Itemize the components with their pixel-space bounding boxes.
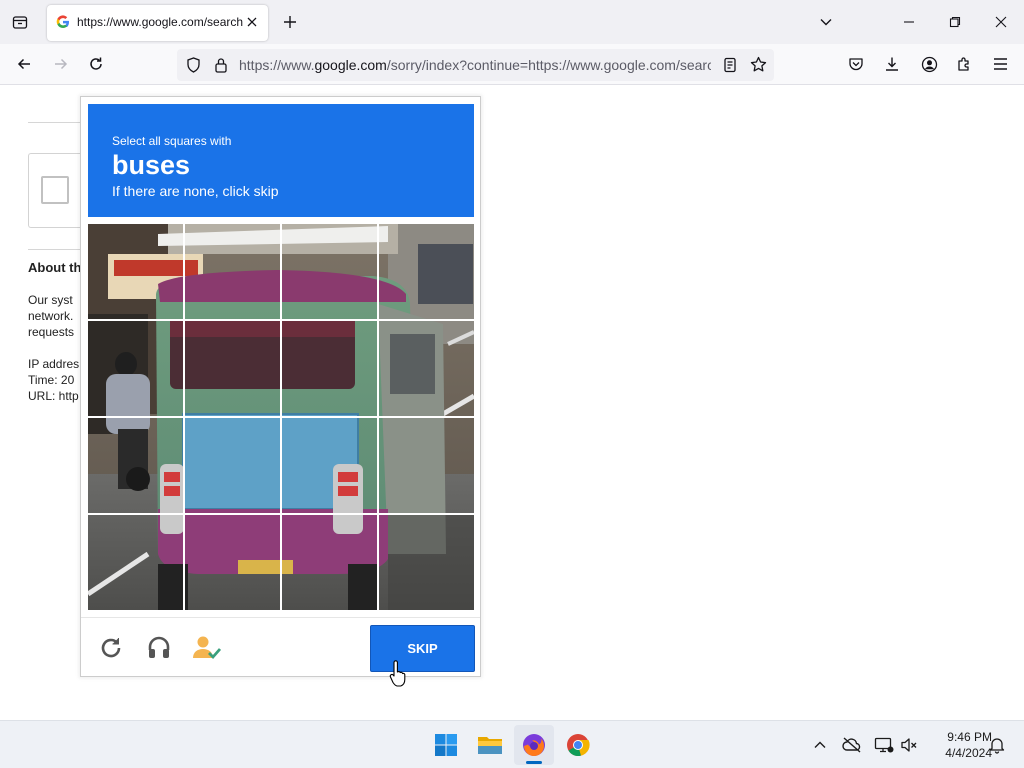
active-app-indicator — [526, 761, 542, 764]
taskbar-clock[interactable]: 9:46 PM 4/4/2024 — [922, 729, 992, 761]
address-bar[interactable]: https://www.google.com/sorry/index?conti… — [177, 49, 774, 81]
new-tab-icon[interactable] — [276, 8, 304, 36]
notifications-bell-icon[interactable] — [983, 731, 1011, 759]
image-tile-16[interactable] — [379, 515, 474, 610]
about-heading: About th — [28, 260, 82, 275]
info-icon[interactable] — [191, 634, 223, 662]
image-tile-3[interactable] — [282, 224, 378, 320]
challenge-footer: SKIP — [81, 617, 480, 677]
reader-view-icon[interactable] — [723, 57, 737, 73]
extensions-icon[interactable] — [950, 50, 978, 78]
downloads-icon[interactable] — [878, 50, 906, 78]
clock-time: 9:46 PM — [947, 730, 992, 744]
url-text[interactable]: https://www.google.com/sorry/index?conti… — [239, 57, 711, 73]
image-tile-1[interactable] — [88, 224, 184, 320]
close-tab-icon[interactable] — [246, 16, 258, 28]
google-favicon-icon — [56, 15, 70, 29]
account-icon[interactable] — [915, 50, 943, 78]
about-line-3: requests — [28, 325, 75, 339]
minimize-icon[interactable] — [895, 8, 923, 36]
recaptcha-checkbox[interactable] — [41, 176, 69, 204]
restore-icon[interactable] — [941, 8, 969, 36]
challenge-target-word: buses — [112, 150, 191, 180]
tab-title: https://www.google.com/search — [77, 15, 244, 29]
challenge-instruction: Select all squares with — [112, 134, 232, 148]
reload-icon[interactable] — [98, 635, 124, 661]
tab-strip: https://www.google.com/search — [0, 0, 1024, 44]
forward-icon[interactable] — [47, 50, 75, 78]
skip-button[interactable]: SKIP — [370, 625, 475, 672]
show-hidden-icons-chevron-icon[interactable] — [806, 731, 834, 759]
image-tile-5[interactable] — [88, 321, 184, 417]
bookmark-star-icon[interactable] — [750, 56, 767, 73]
volume-muted-icon[interactable] — [895, 731, 923, 759]
close-window-icon[interactable] — [987, 8, 1015, 36]
image-tile-15[interactable] — [282, 515, 378, 610]
windows-taskbar: 9:46 PM 4/4/2024 — [0, 720, 1024, 768]
url-label: URL: http — [28, 389, 79, 403]
clock-date: 4/4/2024 — [945, 746, 992, 760]
image-tile-14[interactable] — [185, 515, 281, 610]
about-line-1: Our syst — [28, 293, 73, 307]
image-tile-10[interactable] — [185, 418, 281, 514]
image-tile-13[interactable] — [88, 515, 184, 610]
lock-icon[interactable] — [214, 57, 228, 73]
image-tile-11[interactable] — [282, 418, 378, 514]
image-tile-2[interactable] — [185, 224, 281, 320]
image-tile-7[interactable] — [282, 321, 378, 417]
list-all-tabs-icon[interactable] — [812, 8, 840, 36]
ip-address-label: IP addres — [28, 357, 80, 371]
browser-tab[interactable]: https://www.google.com/search — [47, 5, 268, 41]
image-tile-9[interactable] — [88, 418, 184, 514]
tab-overview-icon[interactable] — [6, 8, 34, 36]
challenge-image-grid — [88, 224, 474, 610]
image-tile-4[interactable] — [379, 224, 474, 320]
chrome-icon[interactable] — [558, 725, 598, 765]
tracking-protection-shield-icon[interactable] — [186, 57, 201, 73]
challenge-hint: If there are none, click skip — [112, 183, 279, 199]
challenge-header: Select all squares with buses If there a… — [88, 104, 474, 217]
audio-icon[interactable] — [145, 634, 173, 662]
network-icon[interactable] — [870, 731, 898, 759]
menu-icon[interactable] — [986, 50, 1014, 78]
onedrive-offline-icon[interactable] — [838, 731, 866, 759]
windows-start-icon[interactable] — [426, 725, 466, 765]
time-label: Time: 20 — [28, 373, 75, 387]
pocket-icon[interactable] — [842, 50, 870, 78]
firefox-icon[interactable] — [514, 725, 554, 765]
reload-page-icon[interactable] — [82, 50, 110, 78]
back-icon[interactable] — [10, 50, 38, 78]
hand-cursor-icon — [389, 660, 407, 688]
image-tile-8[interactable] — [379, 321, 474, 417]
recaptcha-challenge-dialog: Select all squares with buses If there a… — [80, 96, 481, 677]
page-divider — [28, 122, 88, 123]
page-divider — [28, 249, 88, 250]
about-line-2: network. — [28, 309, 74, 323]
image-tile-12[interactable] — [379, 418, 474, 514]
image-tile-6[interactable] — [185, 321, 281, 417]
file-explorer-icon[interactable] — [470, 725, 510, 765]
